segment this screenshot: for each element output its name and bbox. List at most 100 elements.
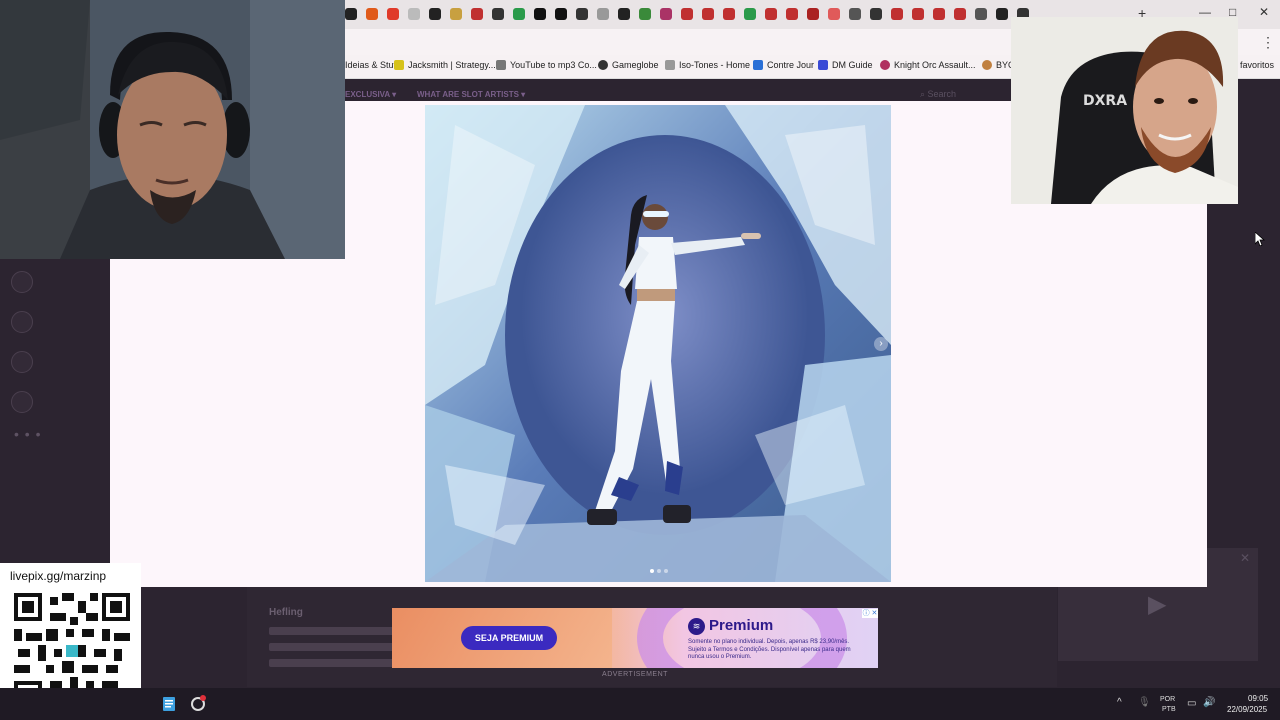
other-favorites-label: favoritos bbox=[1240, 60, 1275, 70]
bookmark-label: DM Guide bbox=[832, 60, 873, 70]
network-icon[interactable]: ▭ bbox=[1187, 698, 1196, 709]
tab-favicon-icon[interactable] bbox=[513, 8, 525, 20]
cookie-icon bbox=[982, 60, 992, 70]
tab-favicon-icon[interactable] bbox=[849, 8, 861, 20]
tab-favicon-icon[interactable] bbox=[387, 8, 399, 20]
gallery-dot[interactable] bbox=[657, 569, 661, 573]
nav-item-exclusiva[interactable]: EXCLUSIVA ▾ bbox=[345, 90, 396, 99]
tab-favicon-icon[interactable] bbox=[786, 8, 798, 20]
search-placeholder: Search bbox=[927, 89, 957, 99]
ad-fine-print: Somente no plano individual. Depois, ape… bbox=[688, 639, 851, 660]
microphone-icon[interactable]: 🎙 bbox=[1138, 697, 1151, 708]
rail-button-4[interactable] bbox=[11, 391, 33, 413]
bookmark-contre-jour[interactable]: Contre Jour bbox=[753, 60, 814, 70]
tab-favicon-icon[interactable] bbox=[660, 8, 672, 20]
article-keyword: Hefling bbox=[269, 607, 303, 618]
clock-date[interactable]: 22/09/2025 bbox=[1227, 705, 1267, 714]
tab-favicon-icon[interactable] bbox=[639, 8, 651, 20]
keyboard-layout[interactable]: PTB bbox=[1162, 706, 1176, 713]
close-icon[interactable]: ✕ bbox=[1240, 551, 1250, 565]
bookmark-ideias[interactable]: Ideias & Stuff bbox=[345, 60, 398, 70]
site-search[interactable]: ⌕ Search bbox=[920, 89, 956, 100]
other-favorites[interactable]: favoritos bbox=[1240, 60, 1274, 70]
bookmark-label: Knight Orc Assault... bbox=[894, 60, 976, 70]
tab-favicon-icon[interactable] bbox=[555, 8, 567, 20]
bookmark-gameglobe[interactable]: Gameglobe bbox=[598, 60, 659, 70]
gallery-next-button[interactable]: › bbox=[874, 337, 888, 351]
tab-favicon-icon[interactable] bbox=[702, 8, 714, 20]
tab-favicon-icon[interactable] bbox=[912, 8, 924, 20]
tab-favicon-icon[interactable] bbox=[975, 8, 987, 20]
tab-favicon-icon[interactable] bbox=[891, 8, 903, 20]
bookmark-label: Jacksmith | Strategy... bbox=[408, 60, 496, 70]
mouse-cursor-icon bbox=[1255, 232, 1265, 246]
link-icon bbox=[753, 60, 763, 70]
streamer-webcam-left bbox=[0, 0, 345, 259]
bookmark-label: Gameglobe bbox=[612, 60, 659, 70]
rail-button-1[interactable] bbox=[11, 271, 33, 293]
tab-favicon-icon[interactable] bbox=[366, 8, 378, 20]
spotify-premium-ad[interactable]: SEJA PREMIUM ≋ Premium Somente no plano … bbox=[392, 608, 878, 668]
tab-favicon-icon[interactable] bbox=[471, 8, 483, 20]
notepad-icon[interactable] bbox=[162, 695, 176, 712]
tab-favicon-icon[interactable] bbox=[807, 8, 819, 20]
play-icon[interactable]: ▶ bbox=[1148, 590, 1166, 619]
tab-favicon-icon[interactable] bbox=[744, 8, 756, 20]
globe-icon bbox=[598, 60, 608, 70]
bookmark-label: YouTube to mp3 Co... bbox=[510, 60, 597, 70]
bookmark-youtube-mp3[interactable]: YouTube to mp3 Co... bbox=[496, 60, 597, 70]
rail-button-3[interactable] bbox=[11, 351, 33, 373]
svg-text:DXRA: DXRA bbox=[1083, 93, 1127, 109]
tab-favicon-icon[interactable] bbox=[345, 8, 357, 20]
article-text-line bbox=[269, 643, 409, 651]
browser-menu-button[interactable]: ⋮ bbox=[1261, 34, 1275, 51]
close-window-button[interactable]: ✕ bbox=[1259, 5, 1269, 19]
bookmark-iso-tones[interactable]: Iso-Tones - Home bbox=[665, 60, 750, 70]
tab-favicon-icon[interactable] bbox=[597, 8, 609, 20]
spotify-logo-icon: ≋ bbox=[688, 618, 705, 635]
clock-time[interactable]: 09:05 bbox=[1248, 694, 1268, 703]
tab-favicon-icon[interactable] bbox=[996, 8, 1008, 20]
donation-url: livepix.gg/marzinp bbox=[10, 569, 107, 583]
orc-icon bbox=[880, 60, 890, 70]
bookmark-knight-orc[interactable]: Knight Orc Assault... bbox=[880, 60, 976, 70]
bookmark-label: Iso-Tones - Home bbox=[679, 60, 751, 70]
star-icon bbox=[818, 60, 828, 70]
tab-favicon-icon[interactable] bbox=[576, 8, 588, 20]
gallery-dot[interactable] bbox=[664, 569, 668, 573]
tab-favicon-icon[interactable] bbox=[429, 8, 441, 20]
tab-favicon-icon[interactable] bbox=[618, 8, 630, 20]
bookmark-dm-guide[interactable]: DM Guide bbox=[818, 60, 873, 70]
bookmark-label: Ideias & Stuff bbox=[345, 60, 399, 70]
rail-button-2[interactable] bbox=[11, 311, 33, 333]
search-icon: ⌕ bbox=[920, 89, 928, 99]
gallery-dot-active[interactable] bbox=[650, 569, 654, 573]
streamer-webcam-right: DXRA bbox=[1011, 17, 1238, 204]
tab-favicon-icon[interactable] bbox=[954, 8, 966, 20]
tray-overflow-icon[interactable]: ^ bbox=[1117, 697, 1122, 708]
bookmark-label: Contre Jour bbox=[767, 60, 815, 70]
tab-favicon-icon[interactable] bbox=[723, 8, 735, 20]
rail-more-button[interactable]: • • • bbox=[14, 426, 41, 442]
ad-caption: ADVERTISEMENT bbox=[602, 671, 668, 678]
tab-favicon-icon[interactable] bbox=[492, 8, 504, 20]
tab-favicon-icon[interactable] bbox=[765, 8, 777, 20]
volume-icon[interactable]: 🔊 bbox=[1203, 697, 1215, 708]
page-icon bbox=[665, 60, 675, 70]
tab-favicon-icon[interactable] bbox=[450, 8, 462, 20]
tab-favicon-icon[interactable] bbox=[681, 8, 693, 20]
bookmark-jacksmith[interactable]: Jacksmith | Strategy... bbox=[394, 60, 496, 70]
nav-item-slot-artists[interactable]: WHAT ARE SLOT ARTISTS ▾ bbox=[417, 90, 525, 99]
tab-favicon-icon[interactable] bbox=[870, 8, 882, 20]
gallery-photo bbox=[425, 105, 891, 582]
tab-favicon-icon[interactable] bbox=[933, 8, 945, 20]
language-indicator[interactable]: POR bbox=[1160, 696, 1175, 703]
tab-favicon-icon[interactable] bbox=[828, 8, 840, 20]
tab-favicon-icon[interactable] bbox=[534, 8, 546, 20]
shield-icon bbox=[394, 60, 404, 70]
sync-icon bbox=[496, 60, 506, 70]
obs-icon[interactable] bbox=[190, 695, 207, 712]
tab-favicon-icon[interactable] bbox=[408, 8, 420, 20]
ad-cta-button[interactable]: SEJA PREMIUM bbox=[461, 626, 557, 650]
ad-choices-icon[interactable]: ⓘ ✕ bbox=[862, 609, 878, 618]
